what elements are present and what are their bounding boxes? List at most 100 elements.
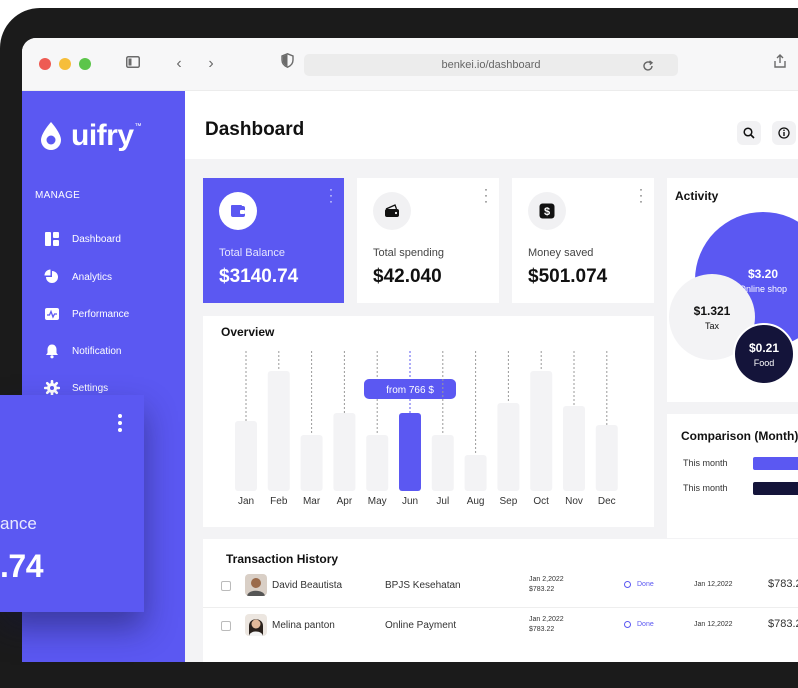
- back-icon[interactable]: ‹: [168, 52, 190, 76]
- floating-balance-card[interactable]: ance .74: [0, 395, 144, 612]
- tx-description: Online Payment: [385, 620, 457, 631]
- drop-logo-icon: [41, 122, 61, 150]
- maximize-window-button[interactable]: [79, 58, 91, 70]
- bar-jul[interactable]: [431, 435, 454, 491]
- bar-apr[interactable]: [333, 413, 356, 491]
- sidebar-toggle-icon[interactable]: [122, 52, 144, 76]
- sidebar-item-performance[interactable]: Performance: [44, 303, 129, 325]
- close-window-button[interactable]: [39, 58, 51, 70]
- card-menu-icon[interactable]: · · ·: [328, 183, 334, 207]
- tx-name: Melina panton: [272, 620, 335, 631]
- sidebar-item-label: Dashboard: [72, 233, 121, 245]
- month-label: Dec: [598, 496, 616, 507]
- sidebar-item-label: Notification: [72, 345, 122, 357]
- month-label: Apr: [337, 496, 353, 507]
- month-label: May: [368, 496, 387, 507]
- search-icon: [743, 127, 755, 139]
- month-label: Feb: [270, 496, 288, 507]
- bubble-value: $3.20: [747, 266, 779, 281]
- card-menu-icon[interactable]: · · ·: [638, 183, 644, 207]
- comparison-row-label: This month: [683, 458, 728, 468]
- reload-icon[interactable]: [642, 54, 654, 76]
- sidebar-item-analytics[interactable]: Analytics: [44, 266, 112, 288]
- transaction-history-title: Transaction History: [226, 552, 339, 566]
- info-button[interactable]: [772, 121, 796, 145]
- tx-amount: $783.2: [768, 578, 798, 590]
- month-label: Nov: [565, 496, 583, 507]
- bar-nov[interactable]: [563, 406, 585, 491]
- month-label: Jun: [402, 496, 418, 507]
- activity-bubble-food[interactable]: $0.21 Food: [733, 323, 795, 385]
- activity-panel: Activity $3.20 Online shop $1.321 Tax $0…: [667, 178, 798, 402]
- bar-oct[interactable]: [530, 371, 553, 491]
- dollar-icon: $: [528, 192, 566, 230]
- bar-feb[interactable]: [267, 371, 290, 491]
- row-checkbox[interactable]: [221, 581, 231, 591]
- card-label: Total Balance: [219, 247, 286, 259]
- bar-jun[interactable]: [399, 413, 421, 491]
- card-value: $501.074: [528, 266, 608, 287]
- brand-logo[interactable]: uifry ™: [39, 119, 142, 153]
- tooltip-text: from 766 $: [386, 385, 434, 396]
- bar-may[interactable]: [366, 435, 389, 491]
- bar-mar[interactable]: [300, 435, 323, 491]
- status-badge: Done: [624, 581, 654, 588]
- performance-icon: [45, 308, 59, 320]
- tx-date: Jan 2,2022 $783.22: [529, 576, 564, 593]
- month-label: Jul: [436, 496, 449, 507]
- card-menu-icon[interactable]: · · ·: [483, 183, 489, 207]
- bar-sep[interactable]: [497, 403, 520, 491]
- page-header: Dashboard: [185, 91, 798, 159]
- month-label: Jan: [238, 496, 254, 507]
- floating-card-label: ance: [0, 514, 37, 533]
- comparison-bar: [753, 457, 798, 470]
- purse-icon: [373, 192, 411, 230]
- analytics-icon: [44, 269, 58, 283]
- bubble-label: Tax: [704, 320, 719, 331]
- card-menu-icon[interactable]: [117, 413, 123, 433]
- bar-jan[interactable]: [235, 421, 257, 491]
- floating-card-value: .74: [0, 548, 43, 584]
- sidebar-item-label: Settings: [72, 382, 109, 394]
- tx-description: BPJS Kesehatan: [385, 580, 461, 591]
- chart-tooltip: from 766 $: [364, 379, 456, 399]
- url-text: benkei.io/dashboard: [441, 59, 541, 71]
- row-checkbox[interactable]: [221, 621, 231, 631]
- avatar: [245, 614, 267, 636]
- search-button[interactable]: [737, 121, 761, 145]
- tx-date-secondary: Jan 12,2022: [694, 621, 733, 628]
- info-icon: [778, 127, 790, 139]
- table-row[interactable]: David Beautista BPJS Kesehatan Jan 2,202…: [203, 567, 798, 605]
- month-label: Sep: [500, 496, 518, 507]
- sidebar-item-notification[interactable]: Notification: [44, 340, 121, 362]
- sidebar-item-label: Analytics: [72, 271, 113, 283]
- wallet-icon: [219, 192, 257, 230]
- svg-text:$: $: [544, 206, 550, 218]
- bubble-value: $1.321: [693, 303, 731, 318]
- bar-dec[interactable]: [595, 425, 618, 491]
- comparison-row-label: This month: [683, 483, 728, 493]
- bell-icon: [46, 344, 58, 359]
- bar-aug[interactable]: [464, 455, 487, 491]
- browser-toolbar: ‹ › benkei.io/dashboard: [22, 38, 798, 91]
- address-bar[interactable]: benkei.io/dashboard: [304, 54, 678, 76]
- shield-icon[interactable]: [276, 52, 298, 76]
- total-balance-card[interactable]: · · · Total Balance $3140.74: [203, 178, 344, 303]
- minimize-window-button[interactable]: [59, 58, 71, 70]
- comparison-title: Comparison (Month): [681, 429, 798, 443]
- bubble-label: Food: [753, 357, 775, 368]
- dashboard-icon: [45, 232, 59, 246]
- money-saved-card[interactable]: $ · · · Money saved $501.074: [512, 178, 654, 303]
- forward-icon[interactable]: ›: [200, 52, 222, 76]
- sidebar-section-label: MANAGE: [35, 190, 81, 201]
- table-row[interactable]: Melina panton Online Payment Jan 2,2022 $…: [203, 607, 798, 645]
- sidebar-item-dashboard[interactable]: Dashboard: [44, 228, 121, 250]
- comparison-panel: Comparison (Month) This month This month: [667, 414, 798, 538]
- avatar: [245, 574, 267, 596]
- activity-title: Activity: [675, 189, 719, 203]
- share-icon[interactable]: [769, 52, 791, 76]
- month-label: Oct: [533, 496, 549, 507]
- overview-panel: Overview Jan Feb Mar Apr May Jun from 766 $ Jul…: [203, 316, 654, 527]
- total-spending-card[interactable]: · · · Total spending $42.040: [357, 178, 499, 303]
- month-label: Mar: [303, 496, 321, 507]
